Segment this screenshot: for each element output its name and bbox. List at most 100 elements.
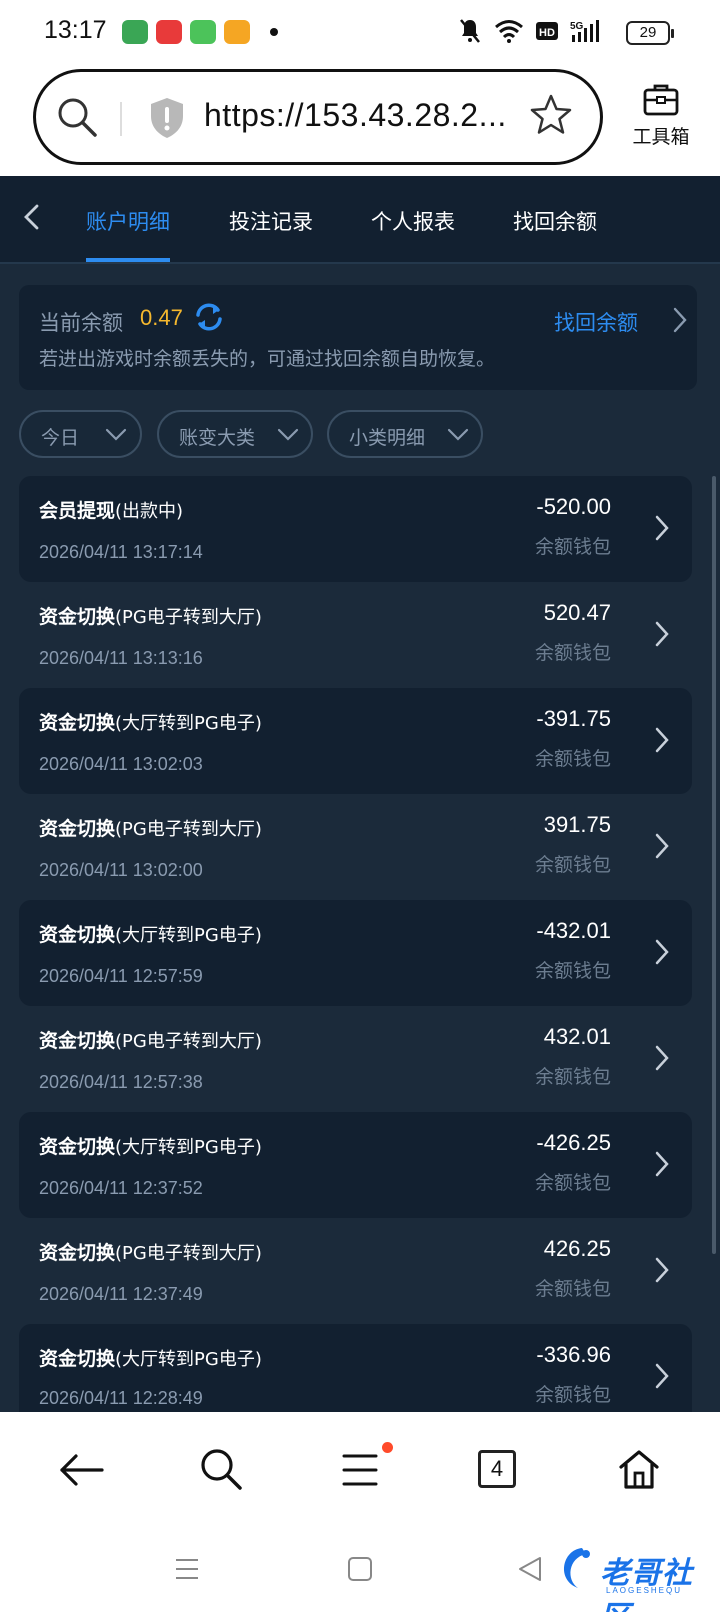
- row-amount: 426.25: [543, 1236, 611, 1261]
- home-icon[interactable]: [617, 1448, 661, 1490]
- svg-text:5G: 5G: [570, 21, 584, 32]
- row-wallet: 余额钱包: [534, 854, 611, 876]
- transaction-row[interactable]: 资金切换(大厅转到PG电子) 2026/04/11 12:57:59 -432.…: [19, 900, 692, 1006]
- browser-bottom-nav: 4: [0, 1412, 720, 1532]
- menu-notification-badge: [382, 1442, 393, 1453]
- system-back-icon[interactable]: [518, 1556, 542, 1582]
- row-wallet: 余额钱包: [534, 1172, 611, 1194]
- row-date: 2026/04/11 13:17:14: [39, 542, 203, 562]
- url-text[interactable]: https://153.43.28.2...: [204, 97, 507, 134]
- row-amount: 432.01: [543, 1024, 611, 1049]
- refresh-icon[interactable]: [193, 301, 225, 333]
- tabs-count-button[interactable]: 4: [478, 1450, 516, 1488]
- row-title: 资金切换(大厅转到PG电子): [39, 1136, 262, 1158]
- chevron-right-icon: [655, 1257, 669, 1283]
- chevron-down-icon: [105, 428, 127, 441]
- transaction-row[interactable]: 资金切换(PG电子转到大厅) 2026/04/11 13:13:16 520.4…: [19, 582, 692, 688]
- transaction-row[interactable]: 资金切换(大厅转到PG电子) 2026/04/11 12:28:49 -336.…: [19, 1324, 692, 1412]
- transaction-row[interactable]: 会员提现(出款中) 2026/04/11 13:17:14 -520.00 余额…: [19, 476, 692, 582]
- chevron-right-icon: [655, 515, 669, 541]
- oppo-app-icon: [122, 20, 148, 44]
- tab-personal-report[interactable]: 个人报表: [371, 206, 455, 236]
- back-arrow-icon[interactable]: [58, 1452, 106, 1488]
- row-date: 2026/04/11 13:02:03: [39, 754, 203, 774]
- browser-bar: https://153.43.28.2... 工具箱: [0, 64, 720, 176]
- row-amount: 391.75: [543, 812, 611, 837]
- row-title: 资金切换(PG电子转到大厅): [39, 1030, 262, 1052]
- transaction-row[interactable]: 资金切换(大厅转到PG电子) 2026/04/11 13:02:03 -391.…: [19, 688, 692, 794]
- transaction-row[interactable]: 资金切换(大厅转到PG电子) 2026/04/11 12:37:52 -426.…: [19, 1112, 692, 1218]
- row-amount: 520.47: [543, 600, 611, 625]
- row-date: 2026/04/11 12:28:49: [39, 1388, 203, 1408]
- wifi-icon: [495, 20, 523, 43]
- chevron-right-icon: [655, 621, 669, 647]
- row-wallet: 余额钱包: [534, 642, 611, 664]
- row-amount: -432.01: [536, 918, 611, 943]
- row-title: 资金切换(大厅转到PG电子): [39, 1348, 262, 1370]
- chevron-right-icon: [655, 1151, 669, 1177]
- watermark-subtext: LAOGESHEQU: [606, 1586, 683, 1595]
- row-title: 资金切换(大厅转到PG电子): [39, 924, 262, 946]
- tab-bet-records[interactable]: 投注记录: [229, 206, 313, 236]
- row-amount: -520.00: [536, 494, 611, 519]
- back-chevron-icon[interactable]: [20, 202, 42, 232]
- row-date: 2026/04/11 12:37:49: [39, 1284, 203, 1304]
- svg-text:HD: HD: [539, 27, 555, 39]
- tab-account-details[interactable]: 账户明细: [86, 206, 170, 236]
- search-icon[interactable]: [198, 1446, 244, 1492]
- recent-apps-icon[interactable]: [174, 1556, 200, 1582]
- message-app-icon: [190, 20, 216, 44]
- row-title: 资金切换(PG电子转到大厅): [39, 818, 262, 840]
- row-date: 2026/04/11 12:57:59: [39, 966, 203, 986]
- row-amount: -391.75: [536, 706, 611, 731]
- row-title: 会员提现(出款中): [39, 500, 184, 522]
- chevron-right-icon: [655, 727, 669, 753]
- watermark-text: 老哥社区: [600, 1556, 693, 1612]
- shield-warning-icon[interactable]: [148, 96, 186, 140]
- filter-subcategory-detail[interactable]: 小类明细: [327, 410, 483, 458]
- balance-hint: 若进出游戏时余额丢失的，可通过找回余额自助恢复。: [39, 348, 496, 370]
- signal-5g-icon: 5G: [570, 20, 599, 42]
- balance-value: 0.47: [140, 305, 183, 330]
- row-wallet: 余额钱包: [534, 1278, 611, 1300]
- address-bar[interactable]: https://153.43.28.2...: [33, 69, 603, 165]
- system-home-icon[interactable]: [347, 1556, 373, 1582]
- transaction-row[interactable]: 资金切换(PG电子转到大厅) 2026/04/11 13:02:00 391.7…: [19, 794, 692, 900]
- row-title: 资金切换(PG电子转到大厅): [39, 606, 262, 628]
- filter-change-category[interactable]: 账变大类: [157, 410, 313, 458]
- row-wallet: 余额钱包: [534, 1066, 611, 1088]
- filter-date-today[interactable]: 今日: [19, 410, 142, 458]
- status-bar: 13:17 HD 5G 29: [0, 0, 720, 64]
- search-icon[interactable]: [56, 96, 98, 138]
- row-amount: -426.25: [536, 1130, 611, 1155]
- menu-icon[interactable]: [342, 1452, 378, 1488]
- chevron-right-icon: [655, 833, 669, 859]
- filter-label: 账变大类: [179, 427, 256, 449]
- transaction-row[interactable]: 资金切换(PG电子转到大厅) 2026/04/11 12:57:38 432.0…: [19, 1006, 692, 1112]
- battery-indicator: 29: [626, 21, 674, 45]
- video-app-icon: [224, 20, 250, 44]
- toolbox-button[interactable]: 工具箱: [626, 82, 696, 149]
- row-wallet: 余额钱包: [534, 1384, 611, 1406]
- chevron-right-icon[interactable]: [673, 307, 687, 333]
- tab-recover-balance[interactable]: 找回余额: [513, 206, 597, 236]
- row-wallet: 余额钱包: [534, 748, 611, 770]
- chevron-down-icon: [447, 428, 469, 441]
- row-title: 资金切换(PG电子转到大厅): [39, 1242, 262, 1264]
- filter-label: 小类明细: [349, 427, 426, 449]
- chevron-right-icon: [655, 1363, 669, 1389]
- filter-label: 今日: [41, 427, 80, 449]
- row-wallet: 余额钱包: [534, 960, 611, 982]
- toolbox-icon: [643, 84, 679, 116]
- notification-dot-icon: [270, 28, 278, 36]
- row-date: 2026/04/11 12:37:52: [39, 1178, 203, 1198]
- bookmark-star-icon[interactable]: [528, 92, 574, 138]
- chevron-right-icon: [655, 1045, 669, 1071]
- row-wallet: 余额钱包: [534, 536, 611, 558]
- row-date: 2026/04/11 13:13:16: [39, 648, 203, 668]
- scrollbar[interactable]: [712, 476, 716, 1254]
- active-tab-indicator: [86, 258, 170, 262]
- transaction-row[interactable]: 资金切换(PG电子转到大厅) 2026/04/11 12:37:49 426.2…: [19, 1218, 692, 1324]
- recover-balance-link[interactable]: 找回余额: [554, 307, 638, 337]
- hd-icon: HD: [536, 22, 558, 40]
